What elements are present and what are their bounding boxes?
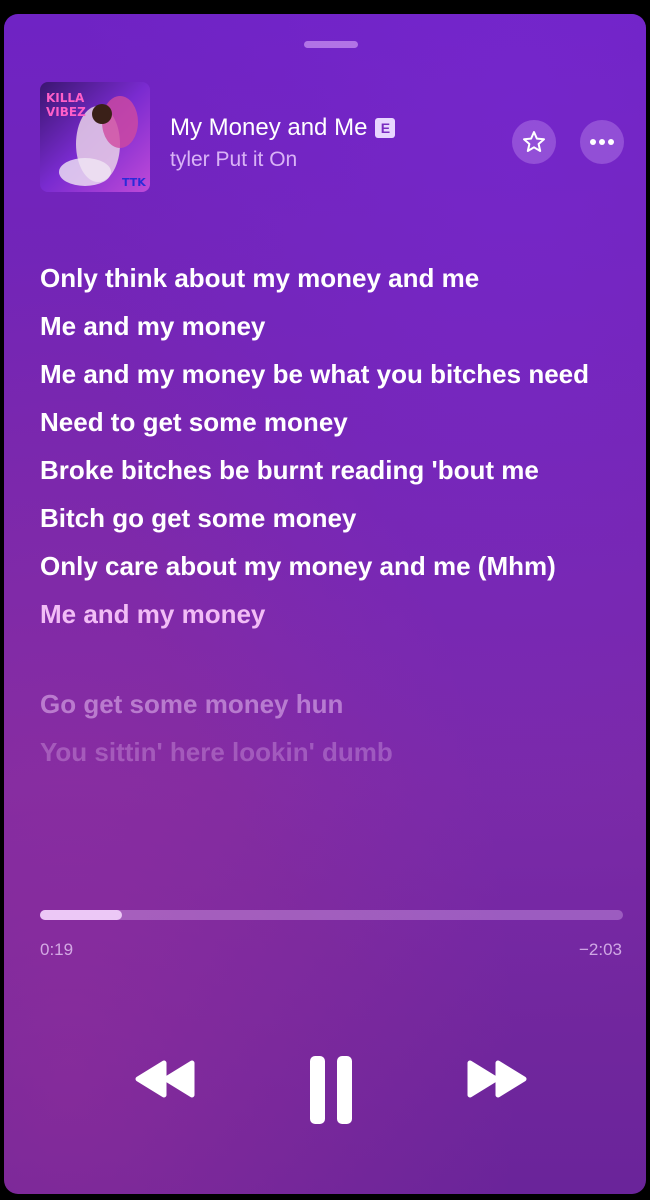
- explicit-badge: E: [375, 118, 396, 138]
- play-pause-button[interactable]: [306, 1054, 356, 1131]
- rewind-icon: [135, 1060, 195, 1098]
- progress-fill: [40, 910, 122, 920]
- lyric-line-current[interactable]: Me and my money: [40, 596, 620, 633]
- progress-scrubber[interactable]: [40, 910, 623, 920]
- lyrics-list[interactable]: Only think about my money and me Me and …: [40, 260, 620, 782]
- song-title[interactable]: My Money and Me: [170, 114, 367, 142]
- star-icon: [523, 131, 545, 152]
- now-playing-sheet: KILLA VIBEZ TTK My Money and Me E tyler …: [4, 14, 646, 1194]
- remaining-time: −2:03: [578, 940, 622, 959]
- artist-name[interactable]: tyler Put it On: [170, 148, 297, 172]
- pause-icon: [310, 1056, 352, 1124]
- more-button[interactable]: [580, 120, 624, 164]
- lyric-line-upcoming[interactable]: You sittin' here lookin' dumb: [40, 734, 620, 771]
- artwork-text: VIBEZ: [46, 105, 86, 119]
- lyric-line[interactable]: Me and my money: [40, 308, 620, 345]
- favorite-button[interactable]: [512, 120, 556, 164]
- track-title-row[interactable]: My Money and Me E: [170, 114, 396, 142]
- next-button[interactable]: [464, 1059, 530, 1104]
- album-artwork[interactable]: KILLA VIBEZ TTK: [40, 82, 150, 192]
- fast-forward-icon: [467, 1060, 527, 1098]
- previous-button[interactable]: [132, 1059, 198, 1104]
- lyric-line[interactable]: Broke bitches be burnt reading 'bout me: [40, 452, 620, 489]
- lyric-line[interactable]: Bitch go get some money: [40, 500, 620, 537]
- lyric-line-upcoming[interactable]: Go get some money hun: [40, 686, 620, 723]
- lyric-line[interactable]: Only think about my money and me: [40, 260, 620, 297]
- sheet-grabber[interactable]: [304, 41, 358, 48]
- artwork-text: TTK: [122, 176, 146, 189]
- elapsed-time: 0:19: [40, 940, 74, 959]
- lyric-line[interactable]: Need to get some money: [40, 404, 620, 441]
- artwork-text: KILLA: [46, 91, 85, 105]
- lyric-line[interactable]: Only care about my money and me (Mhm): [40, 548, 620, 585]
- ellipsis-icon: [590, 139, 614, 145]
- lyric-line[interactable]: Me and my money be what you bitches need: [40, 356, 620, 393]
